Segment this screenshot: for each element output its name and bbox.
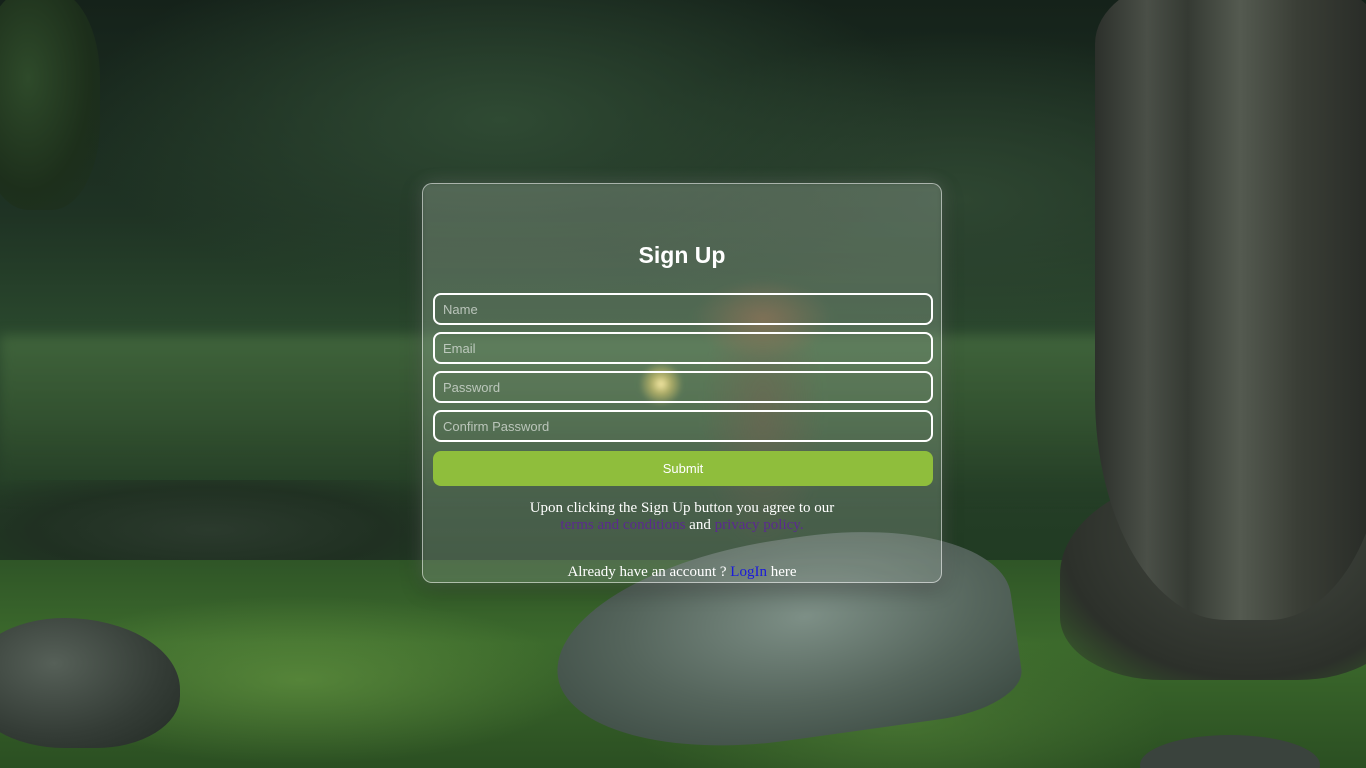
privacy-link[interactable]: privacy policy. — [715, 517, 804, 533]
name-input[interactable] — [433, 293, 933, 325]
signup-card: Sign Up Submit Upon clicking the Sign Up… — [422, 183, 942, 583]
terms-text: Upon clicking the Sign Up button you agr… — [529, 500, 835, 516]
background-leaves — [0, 0, 100, 210]
login-suffix-text: here — [770, 564, 797, 580]
password-input[interactable] — [433, 371, 933, 403]
login-prefix-text: Already have an account ? — [567, 564, 727, 580]
terms-and-text: and — [689, 517, 711, 533]
confirm-password-input[interactable] — [433, 410, 933, 442]
login-link[interactable]: LogIn — [730, 564, 767, 580]
terms-notice: Upon clicking the Sign Up button you agr… — [423, 500, 941, 534]
background-tree — [1095, 0, 1366, 620]
email-input[interactable] — [433, 332, 933, 364]
terms-link[interactable]: terms and conditions — [560, 517, 685, 533]
submit-button[interactable]: Submit — [433, 451, 933, 486]
signup-title: Sign Up — [638, 242, 726, 268]
login-prompt: Already have an account ? LogIn here — [423, 564, 941, 581]
